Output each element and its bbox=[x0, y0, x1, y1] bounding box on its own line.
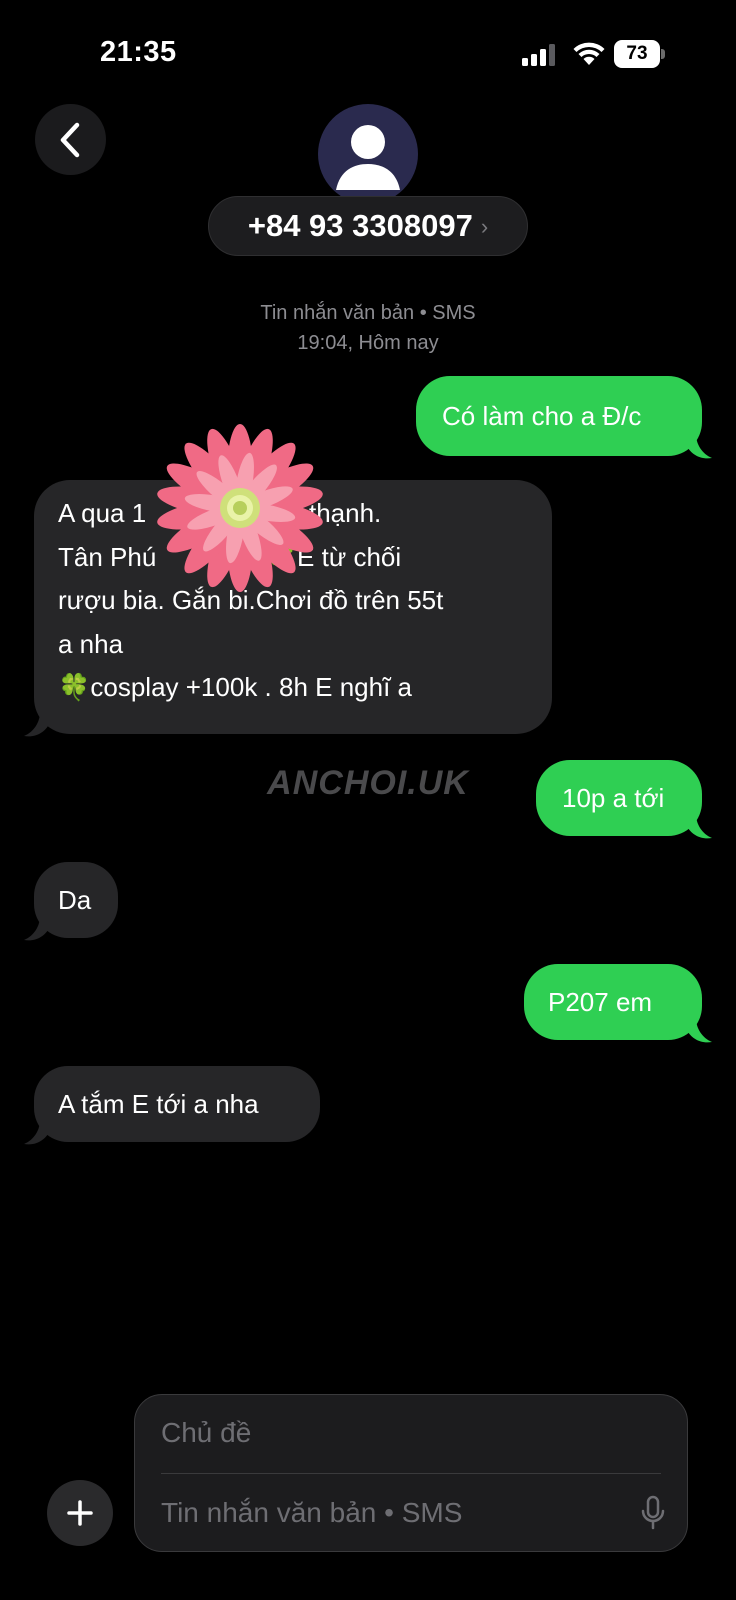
contact-number: +84 93 3308097 bbox=[247, 208, 473, 243]
person-avatar-icon bbox=[336, 125, 400, 190]
contact-avatar[interactable] bbox=[318, 104, 418, 204]
message-bubble-incoming[interactable]: A tắm E tới a nha bbox=[24, 1066, 320, 1145]
battery-icon: 73 bbox=[614, 40, 666, 68]
flower-sticker bbox=[157, 424, 323, 592]
wifi-icon bbox=[573, 42, 605, 65]
conversation-type: Tin nhắn văn bản • SMS bbox=[260, 302, 476, 324]
battery-level: 73 bbox=[614, 40, 660, 68]
message-bubble-outgoing[interactable]: Có làm cho a Đ/c bbox=[416, 376, 712, 459]
composer-divider bbox=[161, 1473, 661, 1474]
message-composer[interactable]: Chủ đề Tin nhắn văn bản • SMS bbox=[134, 1394, 688, 1552]
back-button[interactable] bbox=[35, 104, 106, 175]
signal-icon bbox=[522, 44, 555, 66]
microphone-icon[interactable] bbox=[641, 1495, 665, 1531]
message-text: A tắm E tới a nha bbox=[58, 1089, 259, 1119]
status-time: 21:35 bbox=[100, 36, 177, 68]
contact-name-pill[interactable]: +84 93 3308097 › bbox=[208, 196, 528, 256]
plus-icon bbox=[67, 1500, 93, 1526]
message-text: Có làm cho a Đ/c bbox=[442, 401, 642, 431]
message-text: P207 em bbox=[548, 987, 653, 1017]
message-input[interactable]: Tin nhắn văn bản • SMS bbox=[161, 1497, 462, 1529]
add-attachment-button[interactable] bbox=[47, 1480, 113, 1546]
message-text: 10p a tới bbox=[562, 783, 665, 813]
conversation-timestamp: 19:04, Hôm nay bbox=[297, 332, 439, 354]
subject-input[interactable]: Chủ đề bbox=[161, 1417, 251, 1449]
message-bubble-outgoing[interactable]: P207 em bbox=[524, 964, 712, 1043]
chevron-right-icon: › bbox=[480, 214, 489, 239]
back-chevron-icon bbox=[60, 122, 79, 157]
message-bubble-incoming[interactable]: Da bbox=[24, 862, 118, 941]
message-bubble-outgoing[interactable]: 10p a tới bbox=[536, 760, 712, 839]
